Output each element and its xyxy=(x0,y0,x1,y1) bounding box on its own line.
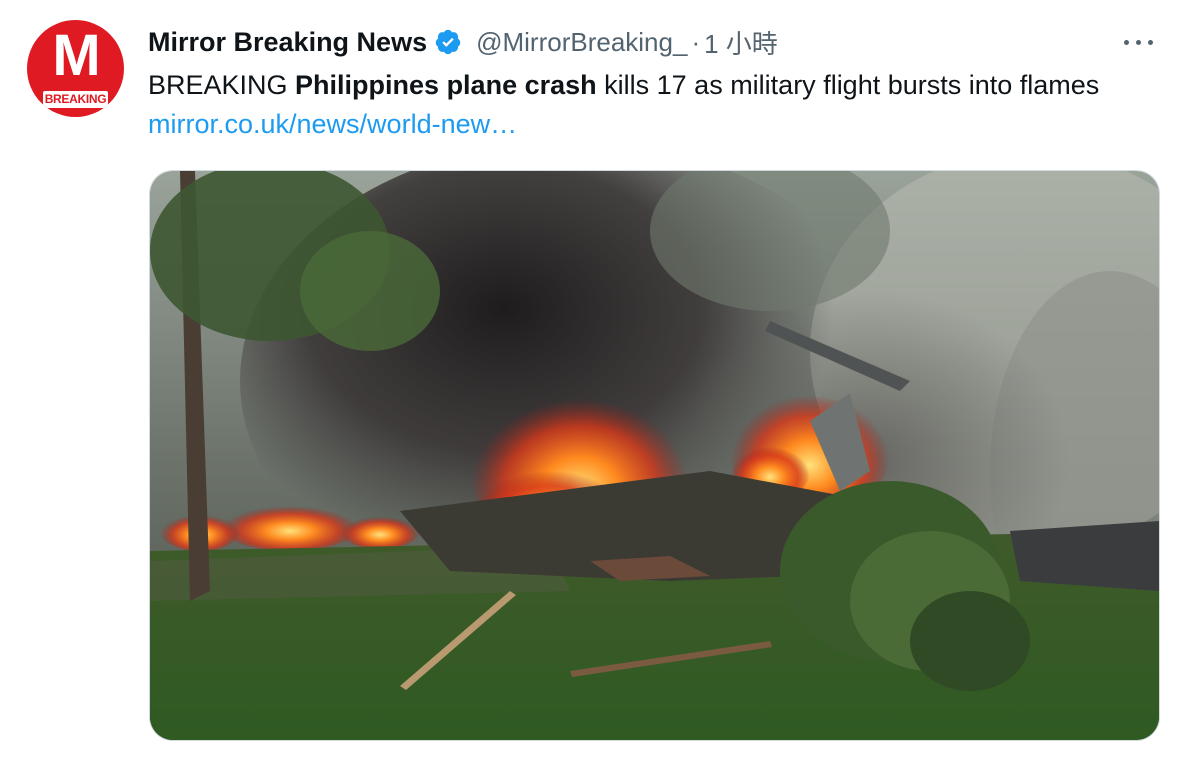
text-suffix: kills 17 as military flight bursts into … xyxy=(596,70,1100,100)
tweet-text: BREAKING Philippines plane crash kills 1… xyxy=(148,66,1138,144)
verified-badge-icon xyxy=(434,28,462,56)
display-name[interactable]: Mirror Breaking News xyxy=(148,27,427,58)
user-handle[interactable]: @MirrorBreaking_ xyxy=(476,27,687,58)
tweet-photo[interactable] xyxy=(149,170,1160,741)
text-prefix: BREAKING xyxy=(148,70,296,100)
avatar[interactable]: M BREAKING xyxy=(27,20,124,117)
text-bold: Philippines plane crash xyxy=(295,70,597,100)
separator-dot: · xyxy=(691,26,701,57)
avatar-letter: M xyxy=(52,23,100,88)
timestamp[interactable]: 1 小時 xyxy=(704,24,778,61)
more-horizontal-icon[interactable] xyxy=(1122,36,1156,50)
crash-photo xyxy=(150,171,1159,740)
tweet[interactable]: M BREAKING Mirror Breaking News @MirrorB… xyxy=(0,0,1190,762)
avatar-badge-text: BREAKING xyxy=(43,91,108,108)
tweet-header: Mirror Breaking News @MirrorBreaking_ · … xyxy=(148,24,778,60)
article-link[interactable]: mirror.co.uk/news/world-new… xyxy=(148,109,517,139)
